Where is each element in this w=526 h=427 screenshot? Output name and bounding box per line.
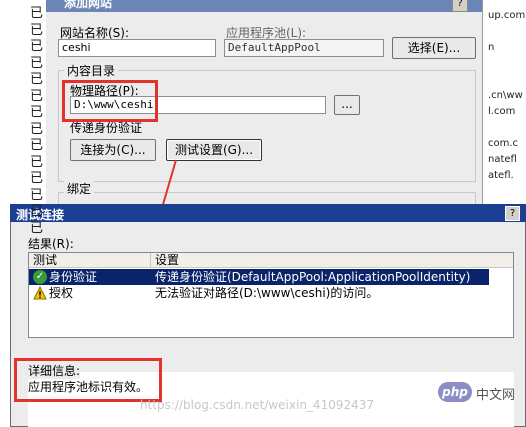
- results-label: 结果(R):: [28, 237, 74, 251]
- background-text: up.com: [488, 10, 526, 21]
- warning-icon: [33, 286, 47, 300]
- background-char: 已: [30, 220, 44, 236]
- results-list[interactable]: 测试 设置 ✓ 身份验证 传递身份验证(DefaultAppPool:Appli…: [28, 252, 514, 338]
- background-text: atefl.: [488, 170, 514, 181]
- column-header-setting[interactable]: 设置: [151, 253, 513, 268]
- table-row[interactable]: ✓ 身份验证 传递身份验证(DefaultAppPool:Application…: [29, 269, 489, 285]
- background-text: l.com: [488, 106, 516, 117]
- background-text: n: [488, 42, 495, 53]
- background-text: .cn\ww: [488, 90, 523, 101]
- row-test-name: 授权: [49, 286, 74, 300]
- background-text: natefl: [488, 154, 517, 165]
- highlight-details: [14, 358, 162, 402]
- check-icon: ✓: [33, 270, 47, 284]
- row-setting-value: 无法验证对路径(D:\www\ceshi)的访问。: [155, 286, 379, 300]
- background-text: com.c: [488, 138, 519, 149]
- row-setting-value: 传递身份验证(DefaultAppPool:ApplicationPoolIde…: [155, 270, 471, 284]
- php-logo: php: [438, 382, 472, 402]
- watermark: https://blog.csdn.net/weixin_41092437: [140, 398, 375, 412]
- row-test-name: 身份验证: [49, 270, 98, 284]
- table-row[interactable]: 授权 无法验证对路径(D:\www\ceshi)的访问。: [29, 285, 489, 301]
- php-logo-text: 中文网: [476, 388, 516, 403]
- test-help-button[interactable]: ?: [505, 206, 520, 221]
- test-connection-title-bar: [10, 204, 526, 222]
- column-header-test[interactable]: 测试: [29, 253, 151, 268]
